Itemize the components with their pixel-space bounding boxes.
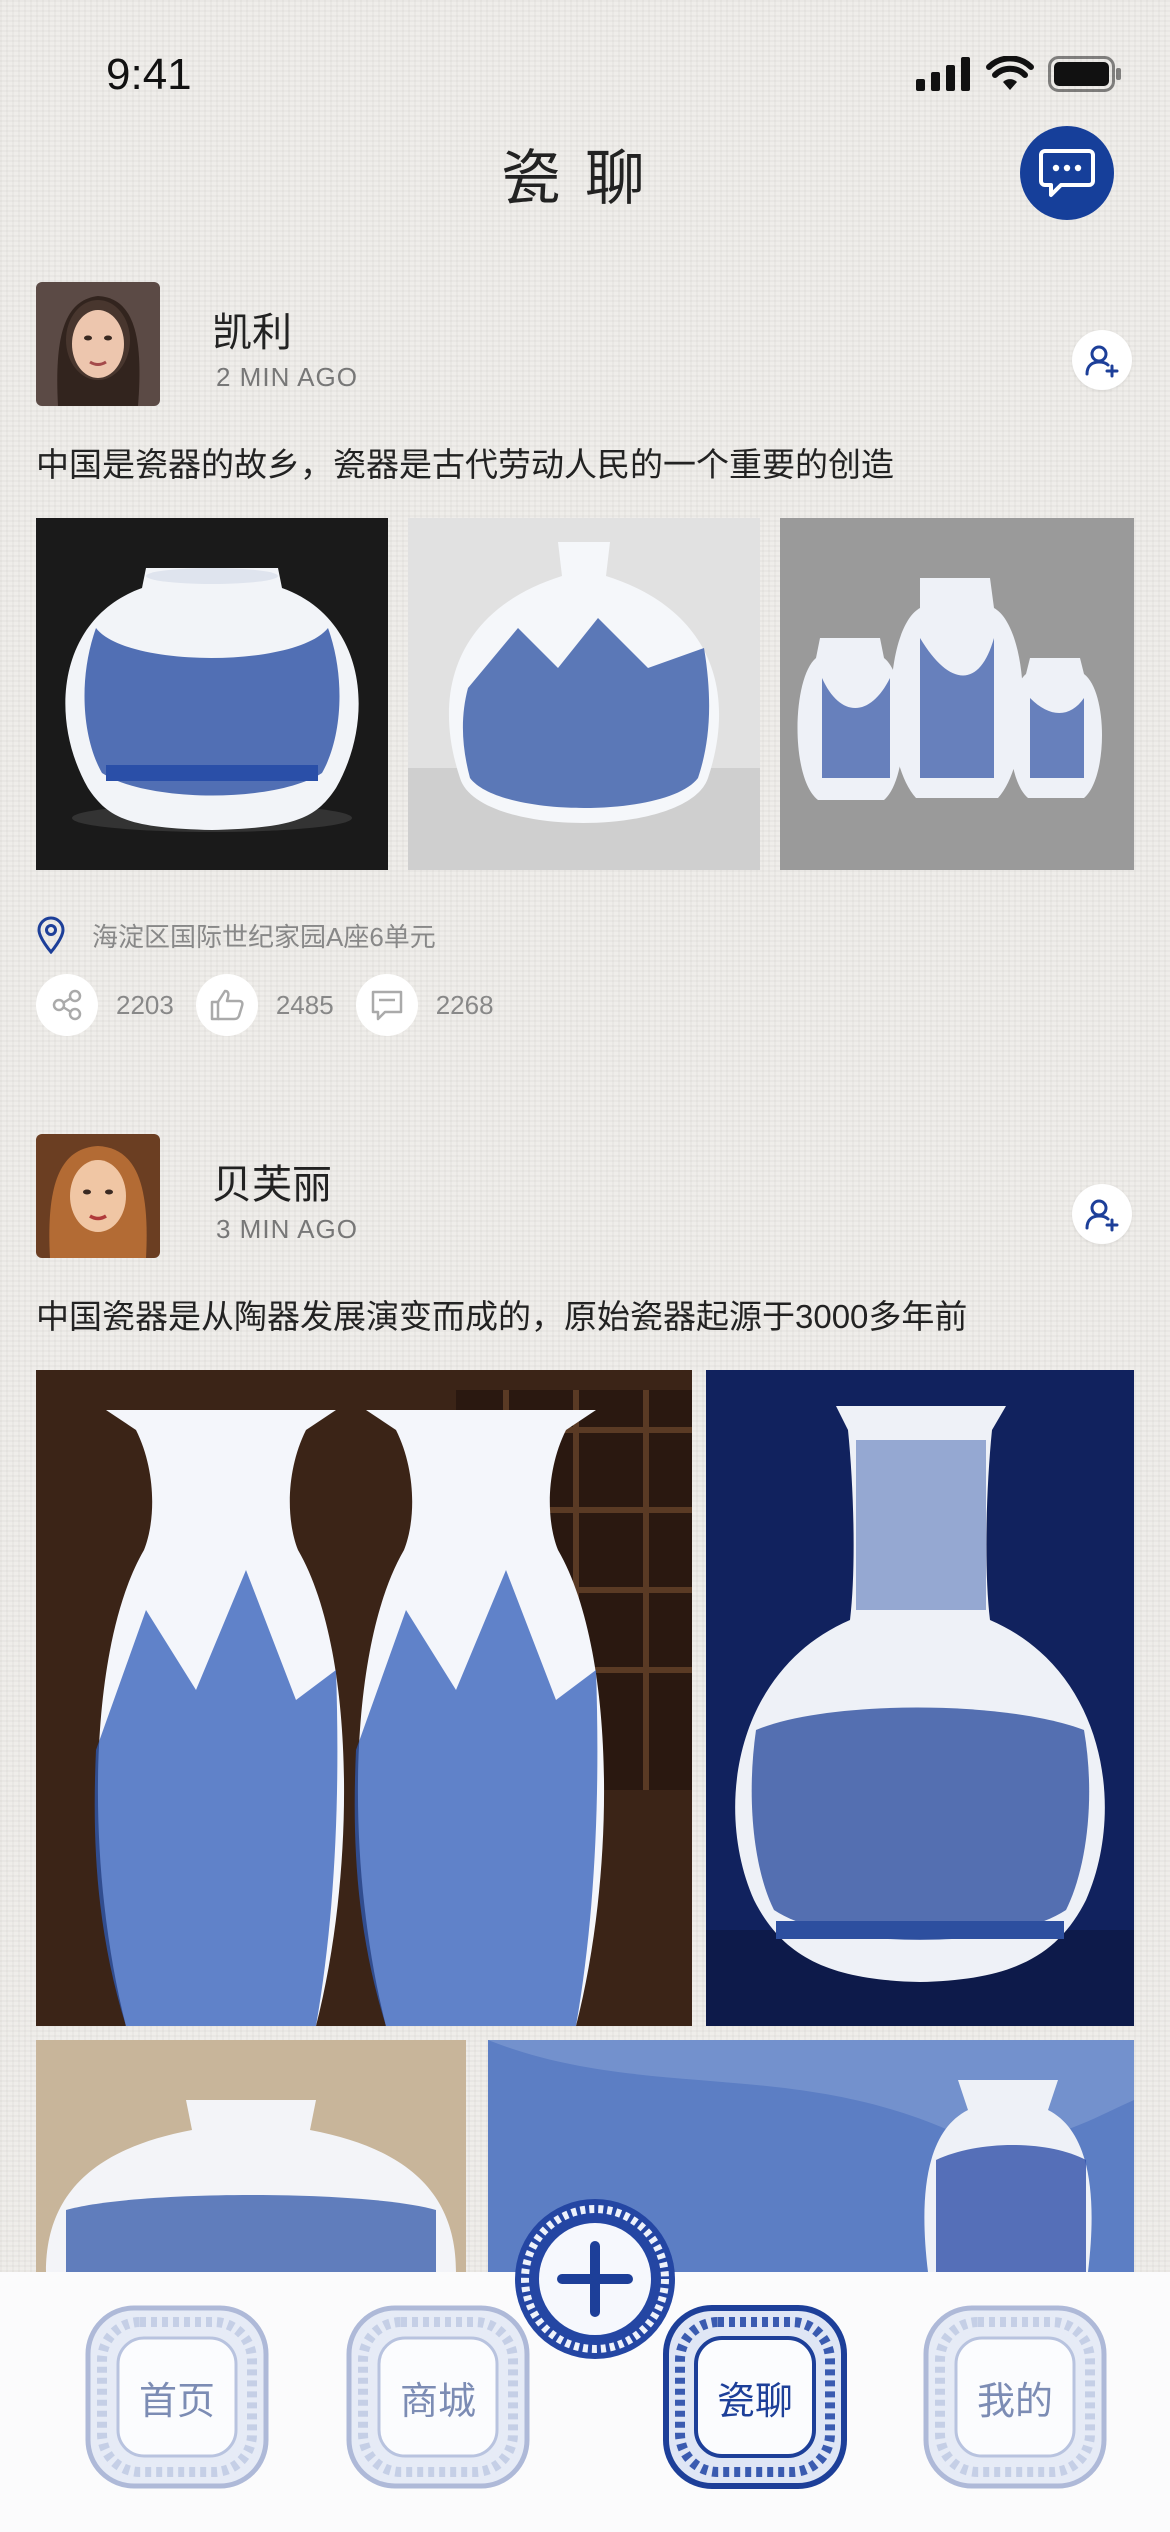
like-button[interactable] bbox=[195, 974, 258, 1036]
post-image[interactable] bbox=[706, 1370, 1134, 2026]
status-icons bbox=[916, 54, 1122, 94]
wifi-icon bbox=[986, 56, 1034, 90]
location-text: 海淀区国际世纪家园A座6单元 bbox=[92, 921, 436, 952]
comment-button[interactable] bbox=[355, 974, 418, 1036]
battery-icon bbox=[1048, 56, 1121, 92]
cellular-signal-icon bbox=[916, 57, 970, 91]
comment-icon bbox=[371, 990, 402, 1021]
avatar[interactable] bbox=[36, 282, 160, 406]
tab-mall[interactable]: 商城 bbox=[343, 2302, 533, 2492]
author-name[interactable]: 贝芙丽 bbox=[212, 1152, 332, 1210]
thumbs-up-icon bbox=[210, 989, 244, 1021]
post-image[interactable] bbox=[36, 2040, 466, 2272]
share-button[interactable] bbox=[36, 974, 98, 1036]
like-count: 2485 bbox=[275, 989, 334, 1020]
status-time: 9:41 bbox=[106, 50, 192, 99]
follow-button[interactable] bbox=[1072, 1184, 1132, 1244]
tab-home[interactable]: 首页 bbox=[82, 2302, 272, 2492]
post-location: 海淀区国际世纪家园A座6单元 bbox=[36, 916, 436, 954]
avatar[interactable] bbox=[36, 1134, 160, 1258]
share-icon bbox=[52, 989, 82, 1021]
post-time: 2 MIN AGO bbox=[216, 362, 358, 392]
author-name[interactable]: 凯利 bbox=[212, 300, 292, 358]
messages-button[interactable] bbox=[1020, 126, 1114, 220]
chat-bubble-icon bbox=[1039, 149, 1095, 197]
comment-count: 2268 bbox=[435, 989, 494, 1020]
create-post-button[interactable] bbox=[512, 2196, 678, 2362]
tab-label: 首页 bbox=[138, 2378, 215, 2423]
add-user-icon bbox=[1085, 345, 1119, 378]
post-image[interactable] bbox=[780, 518, 1134, 870]
tab-label: 瓷聊 bbox=[716, 2378, 793, 2423]
post-image[interactable] bbox=[36, 1370, 692, 2026]
follow-button[interactable] bbox=[1072, 330, 1132, 390]
tab-label: 我的 bbox=[976, 2378, 1053, 2423]
post-image[interactable] bbox=[36, 518, 388, 870]
post-text: 中国是瓷器的故乡，瓷器是古代劳动人民的一个重要的创造 bbox=[36, 446, 894, 483]
page-title: 瓷聊 bbox=[501, 144, 669, 214]
post-time: 3 MIN AGO bbox=[216, 1214, 358, 1244]
location-pin-icon bbox=[37, 916, 65, 954]
tab-label: 商城 bbox=[399, 2378, 476, 2423]
tab-chat[interactable]: 瓷聊 bbox=[660, 2302, 850, 2492]
post-image[interactable] bbox=[408, 518, 760, 870]
add-user-icon bbox=[1085, 1199, 1119, 1232]
post-stats: 2203 2485 2268 bbox=[36, 974, 516, 1036]
post-text: 中国瓷器是从陶器发展演变而成的，原始瓷器起源于3000多年前 bbox=[36, 1298, 968, 1335]
share-count: 2203 bbox=[116, 989, 174, 1020]
tab-mine[interactable]: 我的 bbox=[920, 2302, 1110, 2492]
